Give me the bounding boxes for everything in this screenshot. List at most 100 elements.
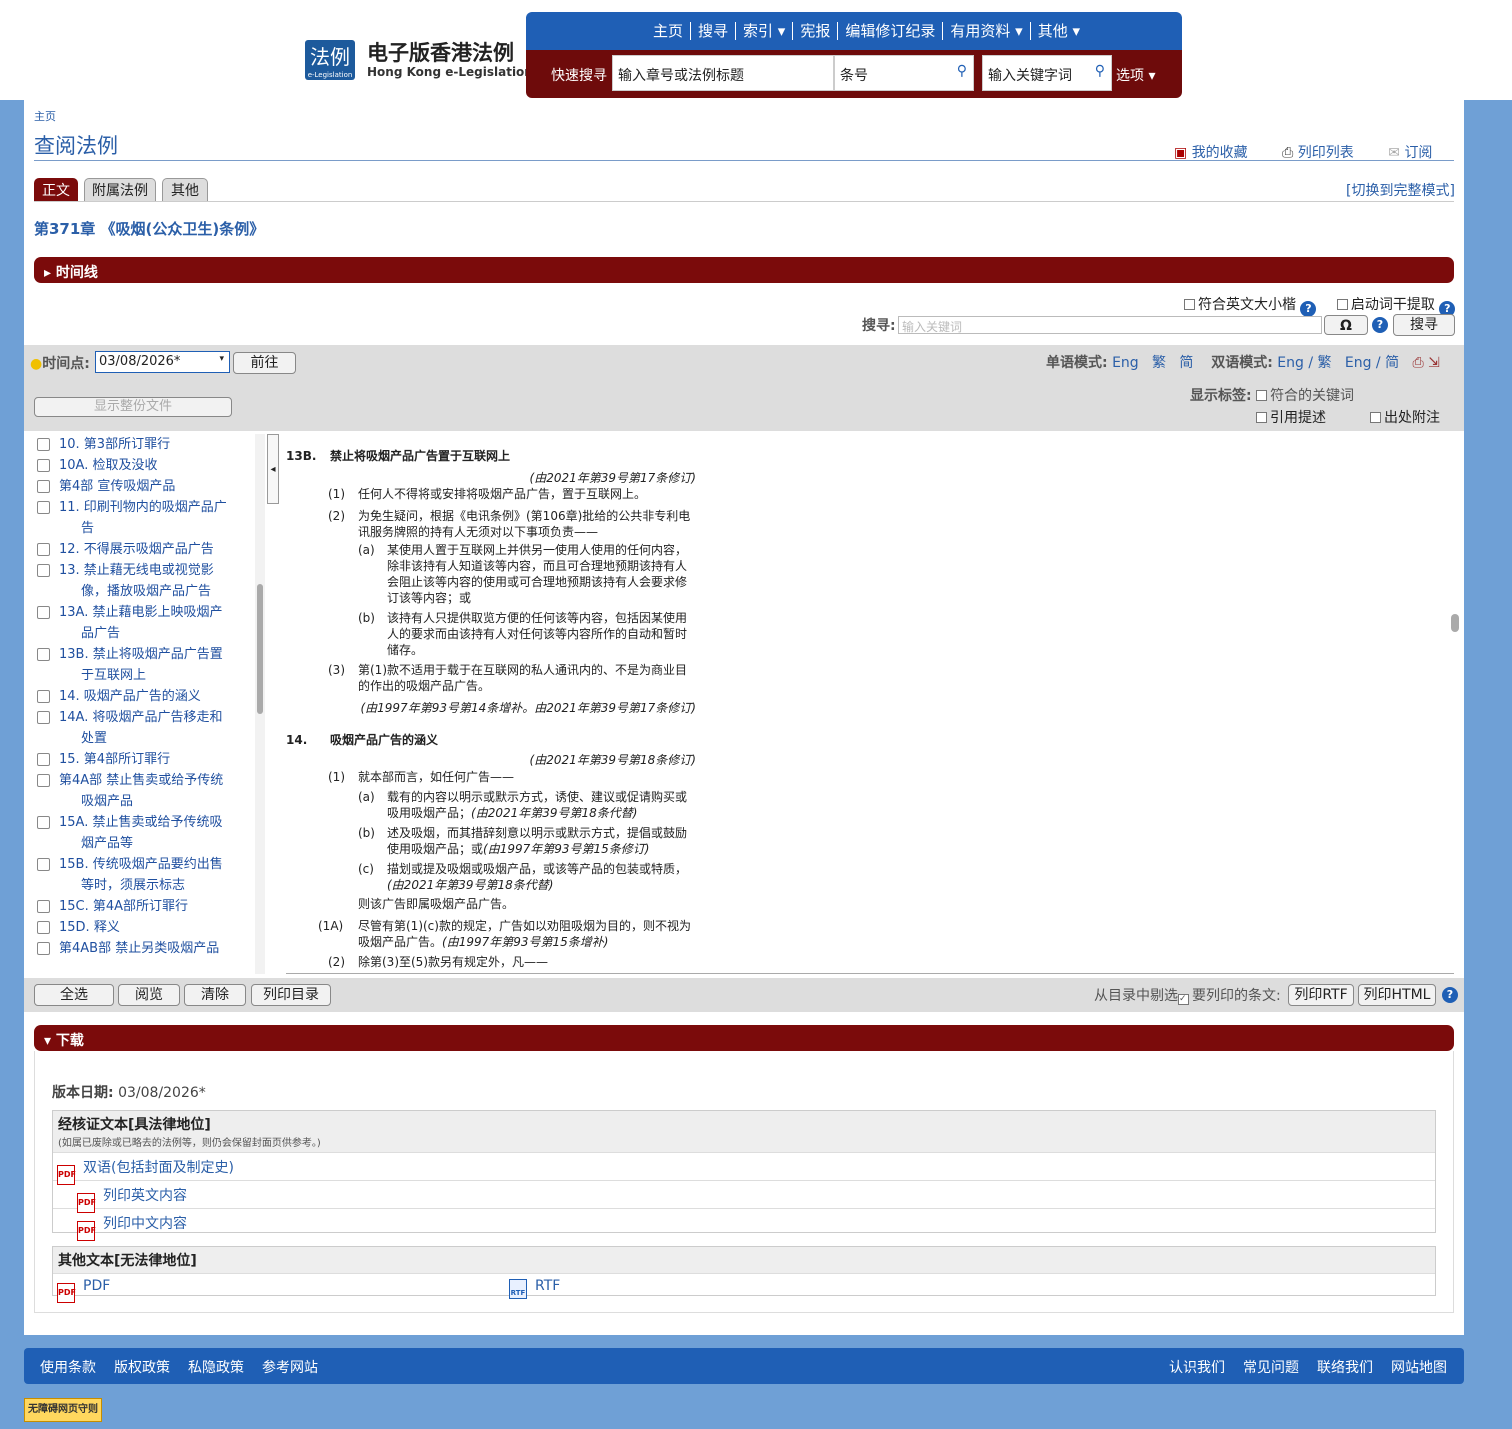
select-all-button[interactable]: 全选 — [34, 984, 114, 1006]
keyword-input[interactable]: 输入关键字词 ⚲ — [982, 55, 1112, 91]
timeline-bar[interactable]: ▸ 时间线 — [34, 257, 1454, 283]
bilingual-link[interactable]: 双语(包括封面及制定史) — [83, 1160, 234, 1176]
kw-tag-checkbox[interactable] — [1256, 390, 1268, 401]
case-checkbox[interactable] — [1184, 299, 1195, 310]
toc-checkbox[interactable] — [37, 480, 50, 493]
toc-item[interactable]: 10A. 检取及没收 — [34, 455, 266, 476]
footer-ref-sites[interactable]: 参考网站 — [262, 1357, 318, 1377]
section-input[interactable]: 条号 ⚲ — [834, 55, 974, 91]
toc-item-label[interactable]: 10. 第3部所订罪行 — [59, 434, 266, 455]
toc-item-label-cont[interactable]: 像，播放吸烟产品广告 — [59, 581, 266, 602]
toc-item[interactable]: 12. 不得展示吸烟产品广告 — [34, 539, 266, 560]
toc-item[interactable]: 15. 第4部所订罪行 — [34, 749, 266, 770]
print-english-link[interactable]: 列印英文内容 — [103, 1188, 187, 1204]
clear-button[interactable]: 清除 — [184, 984, 246, 1006]
toc-item[interactable]: 15B. 传统吸烟产品要约出售 等时，须展示标志 — [34, 854, 266, 896]
breadcrumb[interactable]: 主页 — [34, 108, 56, 124]
toc-checkbox[interactable] — [37, 606, 50, 619]
toc-item[interactable]: 13A. 禁止藉电影上映吸烟产 品广告 — [34, 602, 266, 644]
toc-item[interactable]: 15D. 释义 — [34, 917, 266, 938]
toc-item-label[interactable]: 13A. 禁止藉电影上映吸烟产 — [59, 602, 266, 623]
lang-eng-trad[interactable]: Eng / 繁 — [1277, 355, 1331, 371]
site-logo[interactable]: 法例 e-Legislation 电子版香港法例 Hong Kong e-Legi… — [305, 40, 533, 80]
footer-about[interactable]: 认识我们 — [1169, 1357, 1225, 1377]
rtf-link[interactable]: RTF — [535, 1278, 560, 1294]
tab-subsidiary[interactable]: 附属法例 — [84, 178, 156, 202]
pdf-link[interactable]: PDF — [83, 1278, 110, 1294]
toc-checkbox[interactable] — [37, 921, 50, 934]
nav-index[interactable]: 索引 ▾ — [736, 22, 794, 40]
toc-item-label[interactable]: 15A. 禁止售卖或给予传统吸 — [59, 812, 266, 833]
toc-checkbox[interactable] — [37, 816, 50, 829]
toc-item-label-cont[interactable]: 处置 — [59, 728, 266, 749]
lang-eng[interactable]: Eng — [1112, 355, 1139, 371]
tab-main-text[interactable]: 正文 — [34, 178, 78, 202]
nav-others[interactable]: 其他 ▾ — [1031, 22, 1087, 40]
print-toc-button[interactable]: 列印目录 — [251, 984, 331, 1006]
wcag-badge[interactable]: 无障碍网页守则 — [24, 1398, 102, 1422]
toc-checkbox[interactable] — [37, 564, 50, 577]
toc-item-label[interactable]: 10A. 检取及没收 — [59, 455, 266, 476]
tab-others[interactable]: 其他 — [162, 178, 208, 202]
nav-useful-info[interactable]: 有用资料 ▾ — [943, 22, 1031, 40]
omega-button[interactable]: Ω — [1324, 315, 1368, 335]
nav-search[interactable]: 搜寻 — [691, 22, 737, 40]
text-search-button[interactable]: 搜寻 — [1393, 314, 1455, 336]
help-icon[interactable]: ? — [1300, 301, 1317, 317]
toc-checkbox[interactable] — [37, 648, 50, 661]
toc-item[interactable]: 15C. 第4A部所订罪行 — [34, 896, 266, 917]
toc-checkbox[interactable] — [37, 858, 50, 871]
footer-privacy[interactable]: 私隐政策 — [188, 1357, 244, 1377]
toc-item-label[interactable]: 15D. 释义 — [59, 917, 266, 938]
toc-item-label[interactable]: 第4部 宣传吸烟产品 — [59, 476, 266, 497]
toc-item-label-cont[interactable]: 品广告 — [59, 623, 266, 644]
toc-checkbox[interactable] — [37, 900, 50, 913]
help-icon[interactable]: ? — [1372, 317, 1388, 333]
toc-item-label[interactable]: 第4A部 禁止售卖或给予传统 — [59, 770, 266, 791]
toc-item-label[interactable]: 15. 第4部所订罪行 — [59, 749, 266, 770]
toc-item-label[interactable]: 14. 吸烟产品广告的涵义 — [59, 686, 266, 707]
help-icon[interactable]: ? — [1442, 987, 1458, 1003]
options-dropdown[interactable]: 选项 ▾ — [1116, 65, 1155, 85]
print-html-button[interactable]: 列印HTML — [1358, 984, 1436, 1006]
toc-item[interactable]: 14A. 将吸烟产品广告移走和 处置 — [34, 707, 266, 749]
toc-checkbox[interactable] — [37, 501, 50, 514]
cite-tag-checkbox[interactable] — [1256, 412, 1267, 423]
src-tag-checkbox[interactable] — [1370, 412, 1381, 423]
nav-home[interactable]: 主页 — [646, 22, 692, 40]
toc-item-label[interactable]: 15B. 传统吸烟产品要约出售 — [59, 854, 266, 875]
nav-editorial-record[interactable]: 编辑修订纪录 — [838, 22, 944, 40]
toc-item-label[interactable]: 11. 印刷刊物内的吸烟产品广 — [59, 497, 266, 518]
toc-item[interactable]: 15A. 禁止售卖或给予传统吸 烟产品等 — [34, 812, 266, 854]
toc-checkbox[interactable] — [37, 438, 50, 451]
show-whole-button[interactable]: 显示整份文件 — [34, 397, 232, 417]
toc-checkbox[interactable] — [37, 774, 50, 787]
collapse-toc-handle[interactable]: ◂ — [267, 434, 279, 504]
toc-item-label[interactable]: 12. 不得展示吸烟产品广告 — [59, 539, 266, 560]
timepoint-select[interactable]: 03/08/2026* ▾ — [95, 351, 230, 373]
lang-trad[interactable]: 繁 — [1152, 355, 1166, 371]
select-print-checkbox[interactable]: ✓ — [1178, 994, 1189, 1005]
toc-item-label[interactable]: 13B. 禁止将吸烟产品广告置 — [59, 644, 266, 665]
toc-checkbox[interactable] — [37, 690, 50, 703]
footer-faq[interactable]: 常见问题 — [1243, 1357, 1299, 1377]
toc-checkbox[interactable] — [37, 753, 50, 766]
subscribe-link[interactable]: 订阅 — [1404, 145, 1432, 161]
footer-terms[interactable]: 使用条款 — [40, 1357, 96, 1377]
toc-checkbox[interactable] — [37, 543, 50, 556]
switch-full-mode-link[interactable]: [切换到完整模式] — [1346, 180, 1455, 200]
download-bar[interactable]: ▾ 下载 — [34, 1025, 1454, 1051]
print-icon[interactable]: ⎙ — [1412, 355, 1423, 371]
toc-item[interactable]: 10. 第3部所订罪行 — [34, 434, 266, 455]
nav-gazette[interactable]: 宪报 — [793, 22, 839, 40]
toc-item-label[interactable]: 13. 禁止藉无线电或视觉影 — [59, 560, 266, 581]
toc-item-label-cont[interactable]: 烟产品等 — [59, 833, 266, 854]
print-list-link[interactable]: 列印列表 — [1298, 145, 1354, 161]
go-button[interactable]: 前往 — [233, 352, 296, 374]
favorites-link[interactable]: 我的收藏 — [1192, 145, 1248, 161]
print-rtf-button[interactable]: 列印RTF — [1288, 984, 1354, 1006]
toc-scrollbar[interactable] — [255, 434, 265, 974]
search-icon[interactable]: ⚲ — [957, 63, 967, 79]
lang-eng-simp[interactable]: Eng / 简 — [1345, 355, 1399, 371]
stem-checkbox[interactable] — [1336, 299, 1348, 310]
